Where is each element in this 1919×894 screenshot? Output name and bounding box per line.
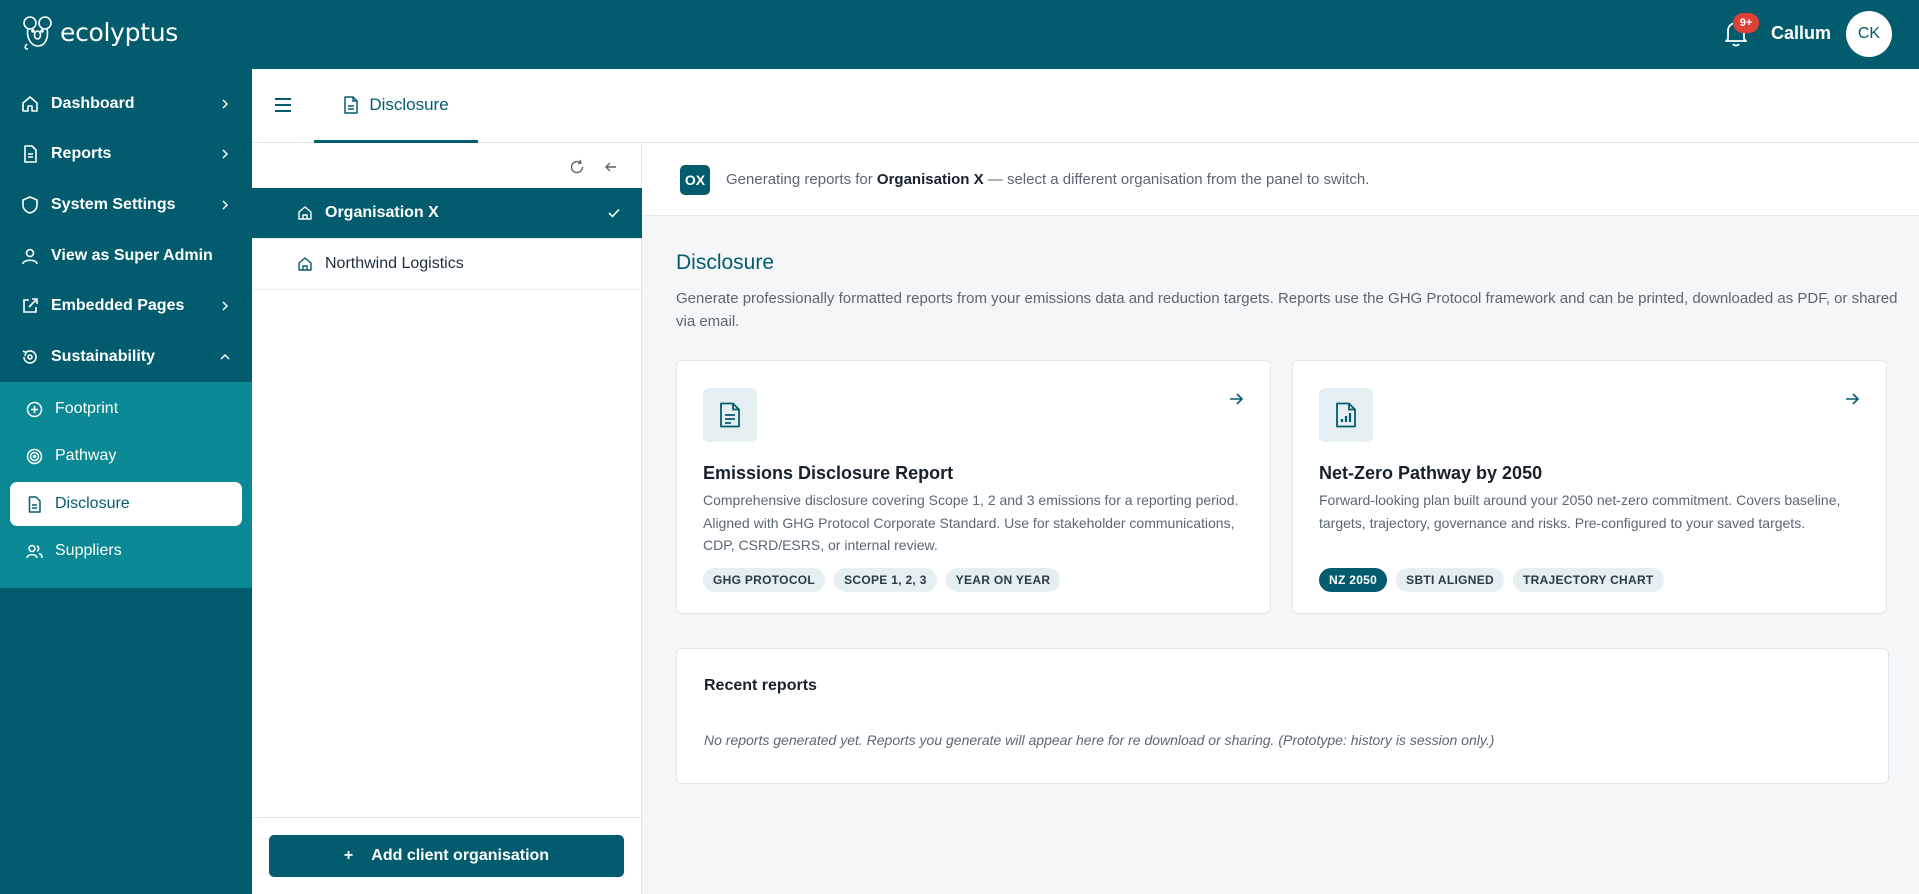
plus-circle-icon: [26, 401, 43, 417]
context-prefix: Generating reports for: [726, 171, 873, 188]
tag-chip: GHG PROTOCOL: [703, 568, 826, 592]
sustainability-submenu: Footprint Pathway Disclosure Suppliers: [0, 382, 252, 588]
add-client-organisation-button[interactable]: + Add client organisation: [269, 835, 624, 877]
sidebar-item-label: Sustainability: [51, 348, 156, 365]
chevron-up-icon: [220, 353, 230, 360]
add-button-label: Add client organisation: [371, 847, 550, 864]
arrow-left-icon[interactable]: [603, 159, 619, 175]
sidebar-item-pathway[interactable]: Pathway: [10, 434, 242, 478]
sidebar-item-reports[interactable]: Reports: [0, 129, 252, 179]
sidebar-item-label: Footprint: [55, 400, 119, 417]
org-initials-badge: OX: [680, 165, 710, 195]
brand-name: ecolyptus: [60, 17, 179, 47]
refresh-icon[interactable]: [569, 159, 585, 175]
tab-disclosure[interactable]: Disclosure: [314, 69, 478, 143]
tag-chip: SBTI ALIGNED: [1396, 568, 1504, 592]
chevron-right-icon: [222, 149, 229, 159]
sidebar-item-label: Embedded Pages: [51, 297, 185, 314]
refresh-leaf-icon: [22, 350, 37, 364]
card-title: Emissions Disclosure Report: [703, 463, 954, 483]
notification-badge: 9+: [1733, 13, 1759, 33]
context-org-name: Organisation X: [876, 171, 984, 188]
recent-reports-panel: Recent reports No reports generated yet.…: [676, 648, 1889, 784]
card-icon-box: [703, 388, 757, 442]
home-icon: [22, 96, 38, 112]
org-item-organisation-x[interactable]: Organisation X: [252, 188, 642, 239]
recent-reports-empty-state: No reports generated yet. Reports you ge…: [704, 732, 1495, 748]
tab-bar: Disclosure: [252, 69, 1919, 143]
sidebar-item-system-settings[interactable]: System Settings: [0, 180, 252, 230]
org-panel-tools: [569, 159, 619, 175]
arrow-right-icon: [1846, 393, 1860, 405]
document-icon: [24, 145, 37, 163]
tag-chip: YEAR ON YEAR: [945, 568, 1061, 592]
document-chart-icon: [1336, 402, 1356, 428]
chevron-right-icon: [222, 200, 229, 210]
sidebar-item-label: View as Super Admin: [51, 247, 213, 264]
sidebar-item-label: Disclosure: [55, 495, 130, 512]
user-icon: [22, 248, 38, 265]
tag-chip: SCOPE 1, 2, 3: [834, 568, 937, 592]
sidebar-item-label: Suppliers: [55, 542, 122, 559]
card-title: Net-Zero Pathway by 2050: [1319, 463, 1543, 483]
card-description: Forward-looking plan built around your 2…: [1319, 492, 1841, 531]
page-title: Disclosure: [676, 251, 775, 274]
building-icon: [298, 257, 312, 271]
sidebar-item-footprint[interactable]: Footprint: [10, 387, 242, 431]
main-content: OX Generating reports for Organisation X…: [642, 143, 1919, 894]
sidebar-item-label: Pathway: [55, 447, 117, 464]
document-text-icon: [720, 402, 740, 428]
koala-logo-icon: [23, 16, 52, 50]
shield-icon: [22, 196, 38, 214]
check-icon: [608, 208, 620, 218]
sidebar-item-embedded-pages[interactable]: Embedded Pages: [0, 281, 252, 331]
organisation-panel: Organisation X Northwind Logistics + Add…: [252, 143, 642, 894]
org-panel-footer: + Add client organisation: [252, 817, 642, 894]
context-suffix: — select a different organisation from t…: [987, 171, 1370, 188]
report-card-net-zero-pathway[interactable]: Net-Zero Pathway by 2050 Forward-looking…: [1292, 360, 1887, 614]
card-icon-box: [1319, 388, 1373, 442]
card-description: Comprehensive disclosure covering Scope …: [703, 492, 1239, 553]
sidebar-item-label: System Settings: [51, 196, 176, 213]
sidebar-item-dashboard[interactable]: Dashboard: [0, 79, 252, 129]
top-bar: ecolyptus 9+ Callum CK: [0, 0, 1919, 69]
context-message: Generating reports for Organisation X — …: [726, 171, 1369, 188]
org-name: Organisation X: [325, 204, 439, 221]
sidebar-item-view-as-super-admin[interactable]: View as Super Admin: [0, 231, 252, 281]
org-item-northwind-logistics[interactable]: Northwind Logistics: [252, 239, 642, 290]
users-icon: [26, 544, 43, 558]
sidebar-item-label: Reports: [51, 145, 112, 162]
page-description: Generate professionally formatted report…: [676, 290, 1898, 330]
report-card-emissions-disclosure[interactable]: Emissions Disclosure Report Comprehensiv…: [676, 360, 1271, 614]
sidebar-item-sustainability[interactable]: Sustainability: [0, 332, 252, 382]
tag-chip: NZ 2050: [1319, 568, 1388, 592]
plus-icon: +: [343, 847, 354, 864]
avatar[interactable]: CK: [1846, 11, 1892, 57]
user-name[interactable]: Callum: [1771, 23, 1831, 44]
sidebar-item-suppliers[interactable]: Suppliers: [10, 529, 242, 573]
document-icon: [28, 495, 41, 513]
recent-reports-title: Recent reports: [704, 677, 817, 694]
document-icon: [344, 95, 359, 114]
sidebar-item-disclosure[interactable]: Disclosure: [10, 482, 242, 526]
chevron-right-icon: [222, 301, 229, 311]
org-name: Northwind Logistics: [325, 255, 464, 272]
tag-chip: TRAJECTORY CHART: [1512, 568, 1664, 592]
card-tags: NZ 2050 SBTI ALIGNED TRAJECTORY CHART: [1319, 568, 1664, 592]
building-icon: [298, 206, 312, 220]
sidebar-item-label: Dashboard: [51, 95, 135, 112]
organisation-context-bar: OX Generating reports for Organisation X…: [642, 143, 1919, 216]
brand[interactable]: ecolyptus: [22, 14, 178, 50]
tab-label: Disclosure: [369, 94, 449, 114]
hamburger-menu-icon[interactable]: [273, 97, 293, 113]
external-link-icon: [23, 298, 38, 313]
arrow-right-icon: [1230, 393, 1244, 405]
sidebar: Dashboard Reports System Settings View a…: [0, 69, 252, 894]
target-icon: [26, 448, 43, 464]
card-tags: GHG PROTOCOL SCOPE 1, 2, 3 YEAR ON YEAR: [703, 568, 1061, 592]
chevron-right-icon: [222, 99, 229, 109]
